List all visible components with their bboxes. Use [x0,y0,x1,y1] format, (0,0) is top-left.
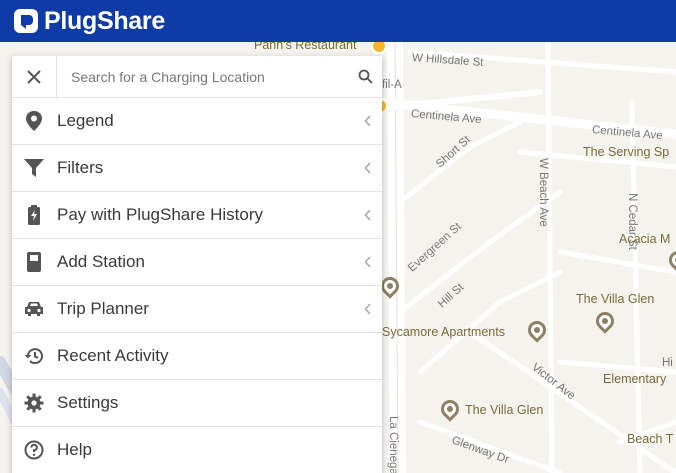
menu-item-label: Add Station [57,252,145,271]
menu-item-filters[interactable]: Filters [12,145,382,192]
chevron-left-icon [354,256,382,268]
map-road-label: fil-A [382,79,402,91]
history-icon [23,345,45,367]
map-place-label[interactable]: Sycamore Apartments [382,325,505,339]
map-place-label[interactable]: The Villa Glen [465,403,543,417]
brand-name[interactable]: PlugShare [44,7,165,36]
battery-charging-icon [23,204,45,226]
menu-item-label: Legend [57,111,114,130]
menu-item-pay-history[interactable]: Pay with PlugShare History [12,192,382,239]
chevron-left-icon [354,162,382,174]
menu-item-add-station[interactable]: Add Station [12,239,382,286]
help-icon [23,439,45,461]
menu-item-label: Settings [57,393,119,412]
charging-station-icon [23,251,45,273]
side-menu-panel: Legend Filters Pay with PlugShare Histor… [12,55,382,473]
app-header: PlugShare [0,0,676,42]
menu-item-label: Help [57,440,92,459]
car-icon [23,298,45,320]
menu-item-help[interactable]: Help [12,427,382,473]
search-icon [358,69,373,84]
map-place-label[interactable]: Pann's Restaurant [254,42,356,52]
map-place-label[interactable]: The Serving Sp [583,145,669,159]
menu-item-label: Pay with PlugShare History [57,205,263,224]
map-place-label[interactable]: Elementary [603,372,666,386]
menu-item-trip-planner[interactable]: Trip Planner [12,286,382,333]
search-bar [12,55,382,98]
close-menu-button[interactable] [12,55,57,98]
map-road-label: Hi [662,357,673,369]
map-place-label[interactable]: Beach T [627,432,673,446]
menu-item-label: Filters [57,158,104,177]
gear-icon [23,392,45,414]
plugshare-logo-icon[interactable] [12,7,40,35]
search-button[interactable] [348,57,382,97]
chevron-left-icon [354,115,382,127]
filter-icon [23,157,45,179]
menu-item-recent-activity[interactable]: Recent Activity [12,333,382,380]
menu-item-settings[interactable]: Settings [12,380,382,427]
menu-item-legend[interactable]: Legend [12,98,382,145]
search-input[interactable] [57,56,348,97]
close-icon [27,69,41,84]
map-place-label[interactable]: The Villa Glen [576,292,654,306]
map-road-label: La Cienega [387,416,399,473]
menu-item-label: Trip Planner [57,299,149,318]
location-pin-icon [23,110,45,132]
map-road-label: W Beach Ave [537,158,549,227]
chevron-left-icon [354,209,382,221]
chevron-left-icon [354,303,382,315]
map-place-label[interactable]: Acacia M [619,232,670,246]
menu-item-label: Recent Activity [57,346,169,365]
